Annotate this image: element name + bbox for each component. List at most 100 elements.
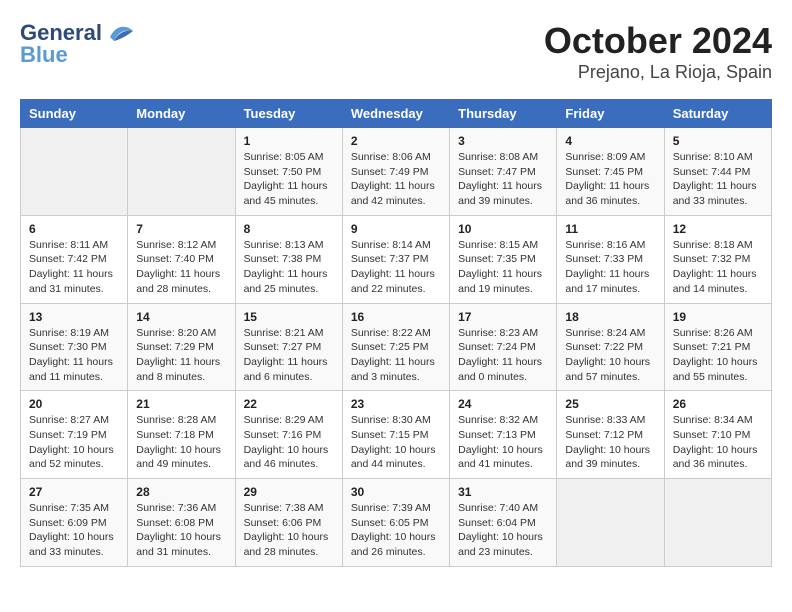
day-number: 27 <box>29 485 119 499</box>
calendar-cell <box>21 128 128 216</box>
calendar-cell: 2 Sunrise: 8:06 AM Sunset: 7:49 PM Daylig… <box>342 128 449 216</box>
day-number: 24 <box>458 397 548 411</box>
calendar-cell: 14 Sunrise: 8:20 AM Sunset: 7:29 PM Dayli… <box>128 303 235 391</box>
day-number: 1 <box>244 134 334 148</box>
calendar-cell: 20 Sunrise: 8:27 AM Sunset: 7:19 PM Dayli… <box>21 391 128 479</box>
day-number: 29 <box>244 485 334 499</box>
calendar-cell: 27 Sunrise: 7:35 AM Sunset: 6:09 PM Dayli… <box>21 479 128 567</box>
logo-text-blue: Blue <box>20 42 68 68</box>
day-info: Sunrise: 8:26 AM Sunset: 7:21 PM Dayligh… <box>673 326 763 385</box>
day-number: 9 <box>351 222 441 236</box>
day-number: 20 <box>29 397 119 411</box>
day-number: 4 <box>565 134 655 148</box>
day-number: 2 <box>351 134 441 148</box>
calendar-table: SundayMondayTuesdayWednesdayThursdayFrid… <box>20 99 772 567</box>
day-info: Sunrise: 8:12 AM Sunset: 7:40 PM Dayligh… <box>136 238 226 297</box>
day-info: Sunrise: 8:33 AM Sunset: 7:12 PM Dayligh… <box>565 413 655 472</box>
day-number: 22 <box>244 397 334 411</box>
calendar-week-row: 1 Sunrise: 8:05 AM Sunset: 7:50 PM Daylig… <box>21 128 772 216</box>
calendar-week-row: 6 Sunrise: 8:11 AM Sunset: 7:42 PM Daylig… <box>21 215 772 303</box>
weekday-header-wednesday: Wednesday <box>342 100 449 128</box>
day-info: Sunrise: 7:38 AM Sunset: 6:06 PM Dayligh… <box>244 501 334 560</box>
calendar-cell <box>557 479 664 567</box>
day-info: Sunrise: 8:28 AM Sunset: 7:18 PM Dayligh… <box>136 413 226 472</box>
weekday-header-friday: Friday <box>557 100 664 128</box>
weekday-header-row: SundayMondayTuesdayWednesdayThursdayFrid… <box>21 100 772 128</box>
calendar-cell: 23Sunrise: 8:30 AM Sunset: 7:15 PM Dayli… <box>342 391 449 479</box>
calendar-cell: 18Sunrise: 8:24 AM Sunset: 7:22 PM Dayli… <box>557 303 664 391</box>
calendar-cell: 17Sunrise: 8:23 AM Sunset: 7:24 PM Dayli… <box>450 303 557 391</box>
day-info: Sunrise: 8:18 AM Sunset: 7:32 PM Dayligh… <box>673 238 763 297</box>
day-info: Sunrise: 7:36 AM Sunset: 6:08 PM Dayligh… <box>136 501 226 560</box>
day-info: Sunrise: 8:22 AM Sunset: 7:25 PM Dayligh… <box>351 326 441 385</box>
calendar-cell: 13Sunrise: 8:19 AM Sunset: 7:30 PM Dayli… <box>21 303 128 391</box>
calendar-cell: 3 Sunrise: 8:08 AM Sunset: 7:47 PM Daylig… <box>450 128 557 216</box>
calendar-cell: 4 Sunrise: 8:09 AM Sunset: 7:45 PM Daylig… <box>557 128 664 216</box>
day-number: 25 <box>565 397 655 411</box>
day-number: 10 <box>458 222 548 236</box>
calendar-cell: 29 Sunrise: 7:38 AM Sunset: 6:06 PM Dayli… <box>235 479 342 567</box>
day-info: Sunrise: 8:11 AM Sunset: 7:42 PM Dayligh… <box>29 238 119 297</box>
day-info: Sunrise: 8:30 AM Sunset: 7:15 PM Dayligh… <box>351 413 441 472</box>
day-info: Sunrise: 8:32 AM Sunset: 7:13 PM Dayligh… <box>458 413 548 472</box>
day-number: 28 <box>136 485 226 499</box>
day-number: 5 <box>673 134 763 148</box>
calendar-cell: 31 Sunrise: 7:40 AM Sunset: 6:04 PM Dayli… <box>450 479 557 567</box>
day-info: Sunrise: 7:40 AM Sunset: 6:04 PM Dayligh… <box>458 501 548 560</box>
day-number: 31 <box>458 485 548 499</box>
calendar-cell: 7 Sunrise: 8:12 AM Sunset: 7:40 PM Daylig… <box>128 215 235 303</box>
calendar-week-row: 27 Sunrise: 7:35 AM Sunset: 6:09 PM Dayli… <box>21 479 772 567</box>
calendar-cell: 12Sunrise: 8:18 AM Sunset: 7:32 PM Dayli… <box>664 215 771 303</box>
day-number: 18 <box>565 310 655 324</box>
calendar-cell: 26 Sunrise: 8:34 AM Sunset: 7:10 PM Dayli… <box>664 391 771 479</box>
calendar-month-year: October 2024 <box>544 20 772 62</box>
calendar-cell: 1 Sunrise: 8:05 AM Sunset: 7:50 PM Daylig… <box>235 128 342 216</box>
day-number: 6 <box>29 222 119 236</box>
day-info: Sunrise: 8:14 AM Sunset: 7:37 PM Dayligh… <box>351 238 441 297</box>
calendar-cell: 16Sunrise: 8:22 AM Sunset: 7:25 PM Dayli… <box>342 303 449 391</box>
day-number: 3 <box>458 134 548 148</box>
weekday-header-thursday: Thursday <box>450 100 557 128</box>
calendar-cell <box>128 128 235 216</box>
day-info: Sunrise: 8:15 AM Sunset: 7:35 PM Dayligh… <box>458 238 548 297</box>
day-info: Sunrise: 8:19 AM Sunset: 7:30 PM Dayligh… <box>29 326 119 385</box>
weekday-header-saturday: Saturday <box>664 100 771 128</box>
day-number: 15 <box>244 310 334 324</box>
day-info: Sunrise: 8:06 AM Sunset: 7:49 PM Dayligh… <box>351 150 441 209</box>
calendar-cell: 30Sunrise: 7:39 AM Sunset: 6:05 PM Dayli… <box>342 479 449 567</box>
calendar-cell <box>664 479 771 567</box>
page-header: General Blue October 2024 Prejano, La Ri… <box>20 20 772 83</box>
calendar-cell: 6 Sunrise: 8:11 AM Sunset: 7:42 PM Daylig… <box>21 215 128 303</box>
day-info: Sunrise: 8:34 AM Sunset: 7:10 PM Dayligh… <box>673 413 763 472</box>
logo-bird-icon <box>106 23 134 43</box>
day-info: Sunrise: 8:05 AM Sunset: 7:50 PM Dayligh… <box>244 150 334 209</box>
day-number: 19 <box>673 310 763 324</box>
calendar-cell: 22Sunrise: 8:29 AM Sunset: 7:16 PM Dayli… <box>235 391 342 479</box>
day-number: 21 <box>136 397 226 411</box>
logo: General Blue <box>20 20 134 68</box>
day-info: Sunrise: 8:27 AM Sunset: 7:19 PM Dayligh… <box>29 413 119 472</box>
calendar-cell: 11 Sunrise: 8:16 AM Sunset: 7:33 PM Dayli… <box>557 215 664 303</box>
day-number: 7 <box>136 222 226 236</box>
calendar-cell: 9 Sunrise: 8:14 AM Sunset: 7:37 PM Daylig… <box>342 215 449 303</box>
day-info: Sunrise: 8:10 AM Sunset: 7:44 PM Dayligh… <box>673 150 763 209</box>
day-number: 8 <box>244 222 334 236</box>
day-info: Sunrise: 8:23 AM Sunset: 7:24 PM Dayligh… <box>458 326 548 385</box>
calendar-cell: 28 Sunrise: 7:36 AM Sunset: 6:08 PM Dayli… <box>128 479 235 567</box>
day-number: 14 <box>136 310 226 324</box>
day-number: 26 <box>673 397 763 411</box>
calendar-cell: 21 Sunrise: 8:28 AM Sunset: 7:18 PM Dayli… <box>128 391 235 479</box>
calendar-cell: 10 Sunrise: 8:15 AM Sunset: 7:35 PM Dayli… <box>450 215 557 303</box>
day-number: 11 <box>565 222 655 236</box>
day-info: Sunrise: 7:39 AM Sunset: 6:05 PM Dayligh… <box>351 501 441 560</box>
calendar-cell: 24 Sunrise: 8:32 AM Sunset: 7:13 PM Dayli… <box>450 391 557 479</box>
calendar-cell: 5 Sunrise: 8:10 AM Sunset: 7:44 PM Daylig… <box>664 128 771 216</box>
day-info: Sunrise: 8:20 AM Sunset: 7:29 PM Dayligh… <box>136 326 226 385</box>
day-info: Sunrise: 7:35 AM Sunset: 6:09 PM Dayligh… <box>29 501 119 560</box>
day-info: Sunrise: 8:08 AM Sunset: 7:47 PM Dayligh… <box>458 150 548 209</box>
weekday-header-sunday: Sunday <box>21 100 128 128</box>
day-info: Sunrise: 8:09 AM Sunset: 7:45 PM Dayligh… <box>565 150 655 209</box>
calendar-week-row: 13Sunrise: 8:19 AM Sunset: 7:30 PM Dayli… <box>21 303 772 391</box>
weekday-header-monday: Monday <box>128 100 235 128</box>
day-info: Sunrise: 8:16 AM Sunset: 7:33 PM Dayligh… <box>565 238 655 297</box>
